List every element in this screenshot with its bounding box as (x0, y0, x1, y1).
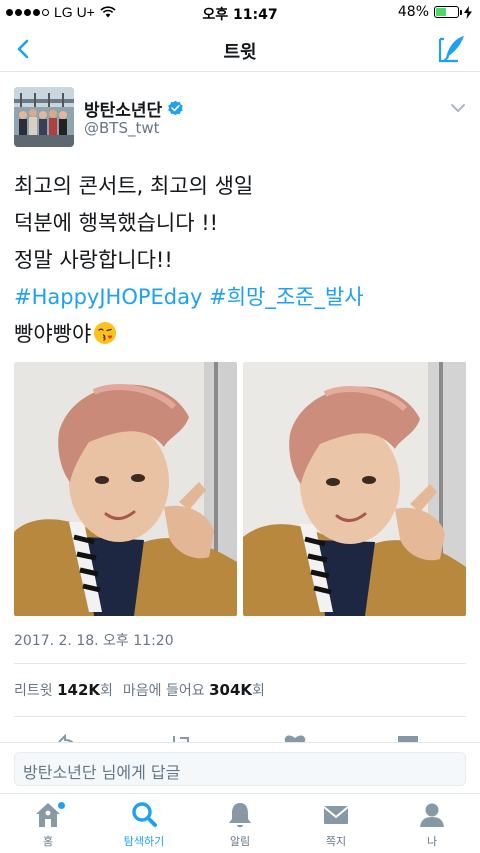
reply-input[interactable]: 방탄소년단 님에게 답글 (14, 752, 466, 786)
tweet-line: 덕분에 행복했습니다 !! (14, 211, 219, 235)
tweet-photo[interactable] (14, 362, 237, 616)
face-blowing-kiss-emoji-icon (94, 322, 117, 344)
tab-bar: 홈 탐색하기 알림 쪽지 나 (0, 793, 480, 853)
retweet-unit: 회 (100, 683, 113, 699)
tweet-text: 최고의 콘서트, 최고의 생일 덕분에 행복했습니다 !! 정말 사랑합니다!!… (14, 168, 466, 353)
nav-bar: 트윗 (0, 26, 480, 72)
tweet-line: 정말 사랑합니다!! (14, 248, 173, 272)
search-icon (132, 802, 157, 827)
tweet-timestamp: 2017. 2. 18. 오후 11:20 (14, 633, 174, 649)
hashtag-line: #HappyJHOPEday #희망_조준_발사 (14, 279, 466, 316)
tab-label: 알림 (229, 835, 251, 848)
retweet-label: 리트윗 (14, 683, 53, 699)
back-chevron-icon[interactable] (10, 34, 40, 64)
compose-tweet-icon[interactable] (436, 33, 468, 65)
hashtag-link[interactable]: #희망_조준_발사 (209, 285, 364, 309)
like-count: 304K (209, 681, 253, 699)
divider (14, 716, 466, 717)
tweet-photo[interactable] (243, 362, 466, 616)
tab-notifications[interactable]: 알림 (192, 800, 288, 849)
charging-bolt-icon (464, 5, 472, 19)
battery-percent: 48% (397, 4, 429, 20)
tweet-line: 최고의 콘서트, 최고의 생일 (14, 174, 254, 198)
battery-icon (434, 6, 462, 18)
tab-label: 쪽지 (325, 835, 347, 848)
avatar[interactable] (14, 87, 74, 147)
like-stat[interactable]: 마음에 들어요 304K회 (123, 680, 265, 700)
battery-status: 48% (398, 4, 472, 20)
person-icon (420, 803, 444, 827)
tweet-last-line: 빵야빵야 (14, 322, 92, 346)
retweet-count: 142K (57, 681, 101, 699)
tab-label: 탐색하기 (123, 835, 165, 848)
author-name[interactable]: 방탄소년단 (84, 96, 184, 121)
notification-dot (58, 802, 65, 809)
like-unit: 회 (252, 683, 265, 699)
page-title: 트윗 (223, 42, 257, 63)
retweet-stat[interactable]: 리트윗 142K회 (14, 680, 113, 700)
tab-messages[interactable]: 쪽지 (288, 800, 384, 849)
author-handle[interactable]: @BTS_twt (84, 119, 160, 137)
chevron-down-icon[interactable] (448, 98, 468, 118)
hashtag-link[interactable]: #HappyJHOPEday (14, 285, 202, 309)
tweet-stats: 리트윗 142K회 마음에 들어요 304K회 (14, 680, 265, 700)
author-display-name: 방탄소년단 (84, 101, 163, 121)
tweet-line: 빵야빵야 (14, 316, 466, 353)
verified-badge-icon (168, 100, 184, 116)
tab-me[interactable]: 나 (384, 800, 480, 849)
envelope-icon (323, 806, 349, 824)
tweet-photos (14, 362, 466, 616)
bell-icon (229, 803, 251, 828)
status-bar: LG U+ 오후 11:47 48% (0, 0, 480, 26)
divider (14, 663, 466, 664)
reply-bar: 방탄소년단 님에게 답글 (0, 742, 480, 792)
tab-explore[interactable]: 탐색하기 (96, 800, 192, 849)
tab-home[interactable]: 홈 (0, 800, 96, 849)
like-label: 마음에 들어요 (122, 683, 205, 699)
tab-label: 나 (426, 835, 438, 848)
tab-label: 홈 (42, 835, 54, 848)
